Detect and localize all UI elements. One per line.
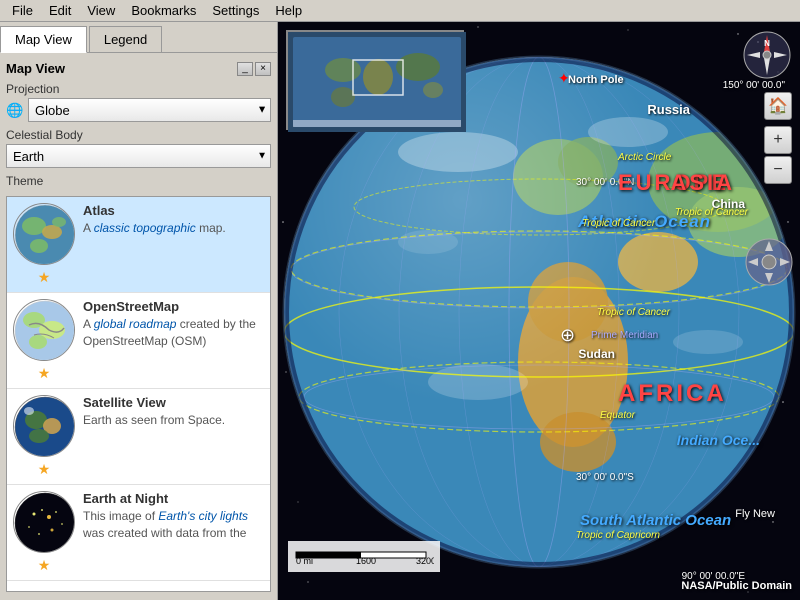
projection-select-wrapper: 🌐 Globe Mercator Equirectangular <box>6 98 271 122</box>
main-layout: Map View Legend Map View _ × Projection … <box>0 22 800 600</box>
fly-new-label: Fly New <box>735 508 775 520</box>
scale-bar: 0 mi 1600 3200 <box>288 541 440 572</box>
globe-icon: 🌐 <box>6 101 24 119</box>
panel-content: Map View _ × Projection 🌐 Globe Mercator… <box>0 53 277 600</box>
theme-item-atlas[interactable]: ★ Atlas A classic topographic map. <box>7 197 270 293</box>
theme-list[interactable]: ★ Atlas A classic topographic map. <box>6 196 271 592</box>
celestial-body-select[interactable]: Earth Moon Mars <box>6 144 271 168</box>
celestial-body-section: Celestial Body Earth Moon Mars <box>6 128 271 168</box>
close-panel-button[interactable]: × <box>255 62 271 76</box>
menu-bar: File Edit View Bookmarks Settings Help <box>0 0 800 22</box>
svg-text:N: N <box>764 39 770 48</box>
indian-ocean-label: Indian Oce... <box>677 432 760 448</box>
minimap-svg <box>288 32 466 132</box>
osm-stars: ★ <box>38 365 51 382</box>
osm-desc-italic: global roadmap <box>94 317 177 331</box>
celestial-body-label: Celestial Body <box>6 128 271 142</box>
star-filled: ★ <box>38 557 51 574</box>
asia-label: ASIA <box>670 170 735 196</box>
satellite-info: Satellite View Earth as seen from Space. <box>83 395 264 429</box>
theme-item-satellite[interactable]: ★ Satellite View Earth as seen from Spac… <box>7 389 270 485</box>
tropic-capricorn-label: Tropic of Capricorn <box>576 530 660 541</box>
satellite-stars: ★ <box>38 461 51 478</box>
projection-label: Projection <box>6 82 271 96</box>
osm-name: OpenStreetMap <box>83 299 264 314</box>
night-desc: This image of Earth's city lights was cr… <box>83 508 264 542</box>
night-info: Earth at Night This image of Earth's cit… <box>83 491 264 542</box>
menu-file[interactable]: File <box>4 1 41 20</box>
theme-item-osm[interactable]: ★ OpenStreetMap A global roadmap created… <box>7 293 270 389</box>
continents <box>284 57 794 567</box>
atlas-info: Atlas A classic topographic map. <box>83 203 264 237</box>
celestial-body-wrapper: Earth Moon Mars <box>6 144 271 168</box>
sudan-label: Sudan <box>578 347 615 361</box>
scale-min: 0 mi <box>296 556 313 566</box>
crosshair: ⊕ <box>560 325 575 346</box>
tab-legend[interactable]: Legend <box>89 26 162 52</box>
attribution: NASA/Public Domain <box>681 580 792 592</box>
theme-thumb-night <box>13 491 75 553</box>
zoom-out-button[interactable]: − <box>764 156 792 184</box>
osm-info: OpenStreetMap A global roadmap created b… <box>83 299 264 350</box>
minimap <box>286 30 464 130</box>
arctic-circle-label: Arctic Circle <box>618 152 671 163</box>
left-panel: Map View Legend Map View _ × Projection … <box>0 22 278 600</box>
satellite-desc: Earth as seen from Space. <box>83 412 264 429</box>
north-pole-label: North Pole <box>568 74 624 86</box>
north-pole-marker: ✦ <box>558 70 570 87</box>
star-filled: ★ <box>38 461 51 478</box>
tropic-cancer-left-label: Tropic of Cancer <box>582 218 655 229</box>
osm-desc: A global roadmap created by the OpenStre… <box>83 316 264 350</box>
nav-pad-svg <box>744 237 794 287</box>
scale-mid: 1600 <box>356 556 376 566</box>
russia-label: Russia <box>647 102 690 117</box>
south-atlantic-label: South Atlantic Ocean <box>580 512 731 529</box>
zoom-in-button[interactable]: + <box>764 126 792 154</box>
theme-thumb-satellite <box>13 395 75 457</box>
map-controls: 🏠 + − <box>764 92 792 184</box>
menu-help[interactable]: Help <box>267 1 310 20</box>
map-area[interactable]: North Pole ✦ Russia 150° 00' 00.0" 30° 0… <box>278 22 800 600</box>
star-filled: ★ <box>38 269 51 286</box>
nav-pad[interactable] <box>744 237 794 287</box>
theme-item-night[interactable]: ★ Earth at Night This image of Earth's c… <box>7 485 270 581</box>
lat30s-label: 30° 00' 0.0"S <box>576 472 634 483</box>
scale-max: 3200 <box>416 556 434 566</box>
atlas-desc: A classic topographic map. <box>83 220 264 237</box>
theme-label: Theme <box>6 174 271 188</box>
menu-view[interactable]: View <box>79 1 123 20</box>
compass-svg: N <box>742 30 792 80</box>
equator-label: Equator <box>600 410 635 421</box>
scale-svg: 0 mi 1600 3200 <box>294 544 434 566</box>
compass[interactable]: N <box>742 30 792 80</box>
star-filled: ★ <box>38 365 51 382</box>
theme-thumb-osm <box>13 299 75 361</box>
tab-map-view[interactable]: Map View <box>0 26 87 53</box>
satellite-name: Satellite View <box>83 395 264 410</box>
theme-thumb-atlas <box>13 203 75 265</box>
map-view-label: Map View <box>6 61 65 76</box>
prime-meridian-label: Prime Meridian <box>591 330 658 341</box>
projection-select[interactable]: Globe Mercator Equirectangular <box>28 98 271 122</box>
atlas-stars: ★ <box>38 269 51 286</box>
tab-bar: Map View Legend <box>0 22 277 53</box>
home-button[interactable]: 🏠 <box>764 92 792 120</box>
night-desc-italic: Earth's city lights <box>158 509 248 523</box>
atlas-desc-italic: classic topographic <box>94 221 196 235</box>
minimize-button[interactable]: _ <box>237 62 253 76</box>
africa-label: AFRICA <box>618 380 727 408</box>
tropic-cancer-center-label: Tropic of Cancer <box>597 307 670 318</box>
lon150-label: 150° 00' 00.0" <box>723 80 785 91</box>
menu-settings[interactable]: Settings <box>204 1 267 20</box>
menu-bookmarks[interactable]: Bookmarks <box>123 1 204 20</box>
atlas-name: Atlas <box>83 203 264 218</box>
projection-section: Projection 🌐 Globe Mercator Equirectangu… <box>6 82 271 122</box>
menu-edit[interactable]: Edit <box>41 1 79 20</box>
night-name: Earth at Night <box>83 491 264 506</box>
night-stars: ★ <box>38 557 51 574</box>
